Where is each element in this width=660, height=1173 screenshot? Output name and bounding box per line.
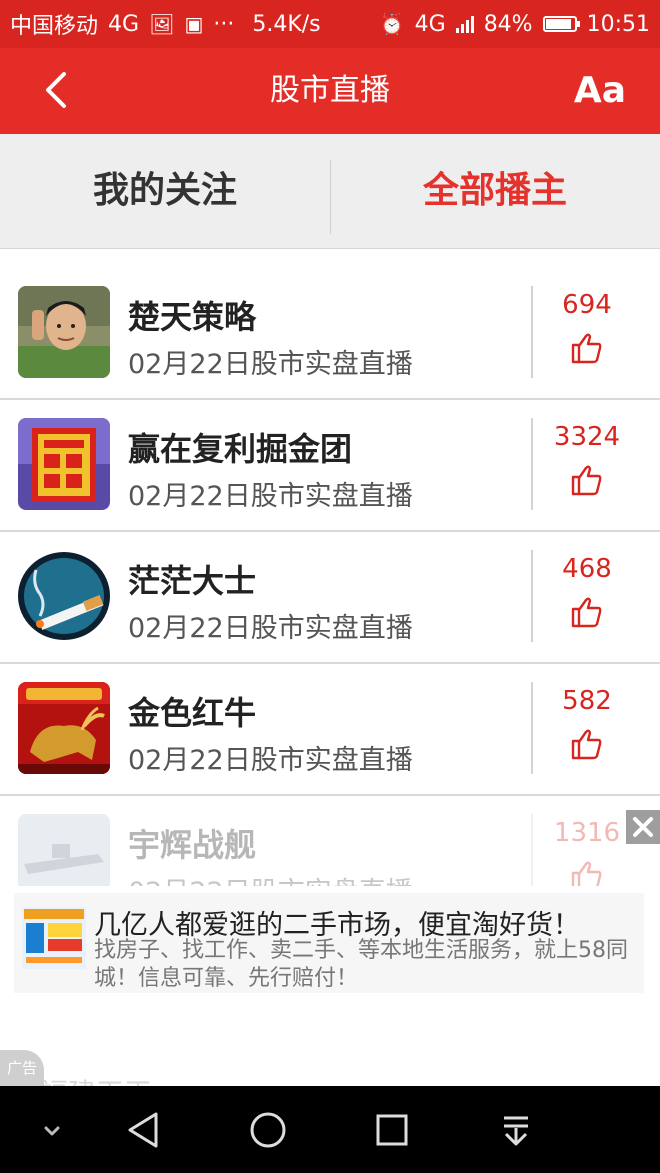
- tab-bar: 我的关注 全部播主: [0, 134, 660, 380]
- ying-character-avatar-icon: [18, 418, 110, 510]
- broadcaster-subtitle: 02月22日股市实盘直播: [128, 870, 413, 886]
- row-divider: [531, 550, 533, 642]
- broadcaster-name: 茫茫大士: [128, 562, 257, 600]
- ad-label: 广告: [0, 1050, 44, 1086]
- page-title: 股市直播: [270, 73, 390, 108]
- list-item[interactable]: 金色红牛 02月22日股市实盘直播 582: [0, 664, 660, 796]
- golden-bull-avatar-icon: [18, 682, 110, 774]
- battery-icon: [542, 16, 580, 32]
- clock: 10:51: [586, 11, 650, 37]
- avatar: [18, 418, 110, 510]
- broadcaster-list: 楚天策略 02月22日股市实盘直播 694 赢在复利掘金团 02月22日股市实盘…: [0, 268, 660, 886]
- like-count: 582: [562, 686, 612, 716]
- row-divider: [531, 286, 533, 378]
- recent-apps-icon[interactable]: [368, 1106, 416, 1154]
- carrier-label: 中国移动: [10, 14, 99, 39]
- close-icon: [633, 817, 653, 837]
- list-item[interactable]: 茫茫大士 02月22日股市实盘直播 468: [0, 532, 660, 664]
- row-divider: [531, 418, 533, 510]
- ad-banner[interactable]: 几亿人都爱逛的二手市场，便宜淘好货！ 找房子、找工作、卖二手、等本地生活服务，就…: [14, 893, 644, 993]
- signal-icon: [455, 15, 474, 33]
- row-divider: [531, 682, 533, 774]
- notification-pulldown-icon[interactable]: [492, 1106, 540, 1154]
- network-speed: 5.4K/s: [252, 11, 321, 37]
- network-type-2: 4G: [414, 11, 446, 37]
- like-count: 1316: [553, 818, 621, 848]
- thumbs-up-icon[interactable]: [568, 594, 604, 630]
- thumbs-up-icon[interactable]: [568, 462, 604, 498]
- ad-close-button[interactable]: [626, 810, 660, 844]
- broadcaster-subtitle: 02月22日股市实盘直播: [128, 613, 413, 644]
- ad-description: 找房子、找工作、卖二手、等本地生活服务，就上58同城！信息可靠、先行赔付！: [94, 938, 628, 991]
- avatar: [18, 550, 110, 642]
- broadcaster-subtitle: 02月22日股市实盘直播: [128, 349, 413, 380]
- more-notifications-icon: ···: [213, 11, 235, 37]
- system-nav-bar: [0, 1086, 660, 1173]
- battery-percent: 84%: [483, 11, 533, 37]
- thumbs-up-icon[interactable]: [568, 330, 604, 366]
- ad-thumbnail-icon: [22, 907, 86, 969]
- broadcaster-name: 赢在复利掘金团: [128, 430, 353, 468]
- home-circle-icon[interactable]: [244, 1106, 292, 1154]
- man-photo-avatar-icon: [18, 286, 110, 378]
- broadcaster-subtitle: 02月22日股市实盘直播: [128, 481, 413, 512]
- alarm-icon: ⏰: [379, 12, 405, 36]
- back-triangle-icon[interactable]: [120, 1106, 168, 1154]
- sim-notification-icon: ▣: [184, 12, 204, 36]
- thumbs-up-icon[interactable]: [568, 858, 604, 886]
- tab-my-follows[interactable]: 我的关注: [0, 134, 330, 248]
- list-item[interactable]: 赢在复利掘金团 02月22日股市实盘直播 3324: [0, 400, 660, 532]
- like-count: 3324: [553, 422, 621, 452]
- like-count: 694: [562, 290, 612, 320]
- broadcaster-subtitle: 02月22日股市实盘直播: [128, 745, 413, 776]
- cigarette-avatar-icon: [18, 550, 110, 642]
- broadcaster-name: 金色红牛: [128, 694, 257, 732]
- like-count: 468: [562, 554, 612, 584]
- peek-list-item: 福建天王: [40, 1072, 152, 1086]
- status-bar: 中国移动 4G 🖼 ▣ ··· 5.4K/s ⏰ 4G 84% 10:51: [0, 0, 660, 48]
- avatar: [18, 286, 110, 378]
- image-notification-icon: 🖼: [149, 12, 175, 36]
- chevron-down-icon[interactable]: [28, 1106, 76, 1154]
- list-item[interactable]: 楚天策略 02月22日股市实盘直播 694: [0, 268, 660, 400]
- list-item[interactable]: 宇辉战舰 02月22日股市实盘直播 1316: [0, 796, 660, 886]
- broadcaster-name: 宇辉战舰: [128, 826, 257, 864]
- app-header: 股市直播 Aa: [0, 48, 660, 134]
- network-type: 4G: [108, 11, 140, 37]
- row-divider: [531, 814, 533, 886]
- avatar: [18, 814, 110, 886]
- broadcaster-name: 楚天策略: [128, 298, 257, 336]
- avatar: [18, 682, 110, 774]
- font-size-button[interactable]: Aa: [574, 48, 626, 134]
- tab-all-broadcasters[interactable]: 全部播主: [330, 134, 660, 248]
- warship-avatar-icon: [18, 814, 110, 886]
- thumbs-up-icon[interactable]: [568, 726, 604, 762]
